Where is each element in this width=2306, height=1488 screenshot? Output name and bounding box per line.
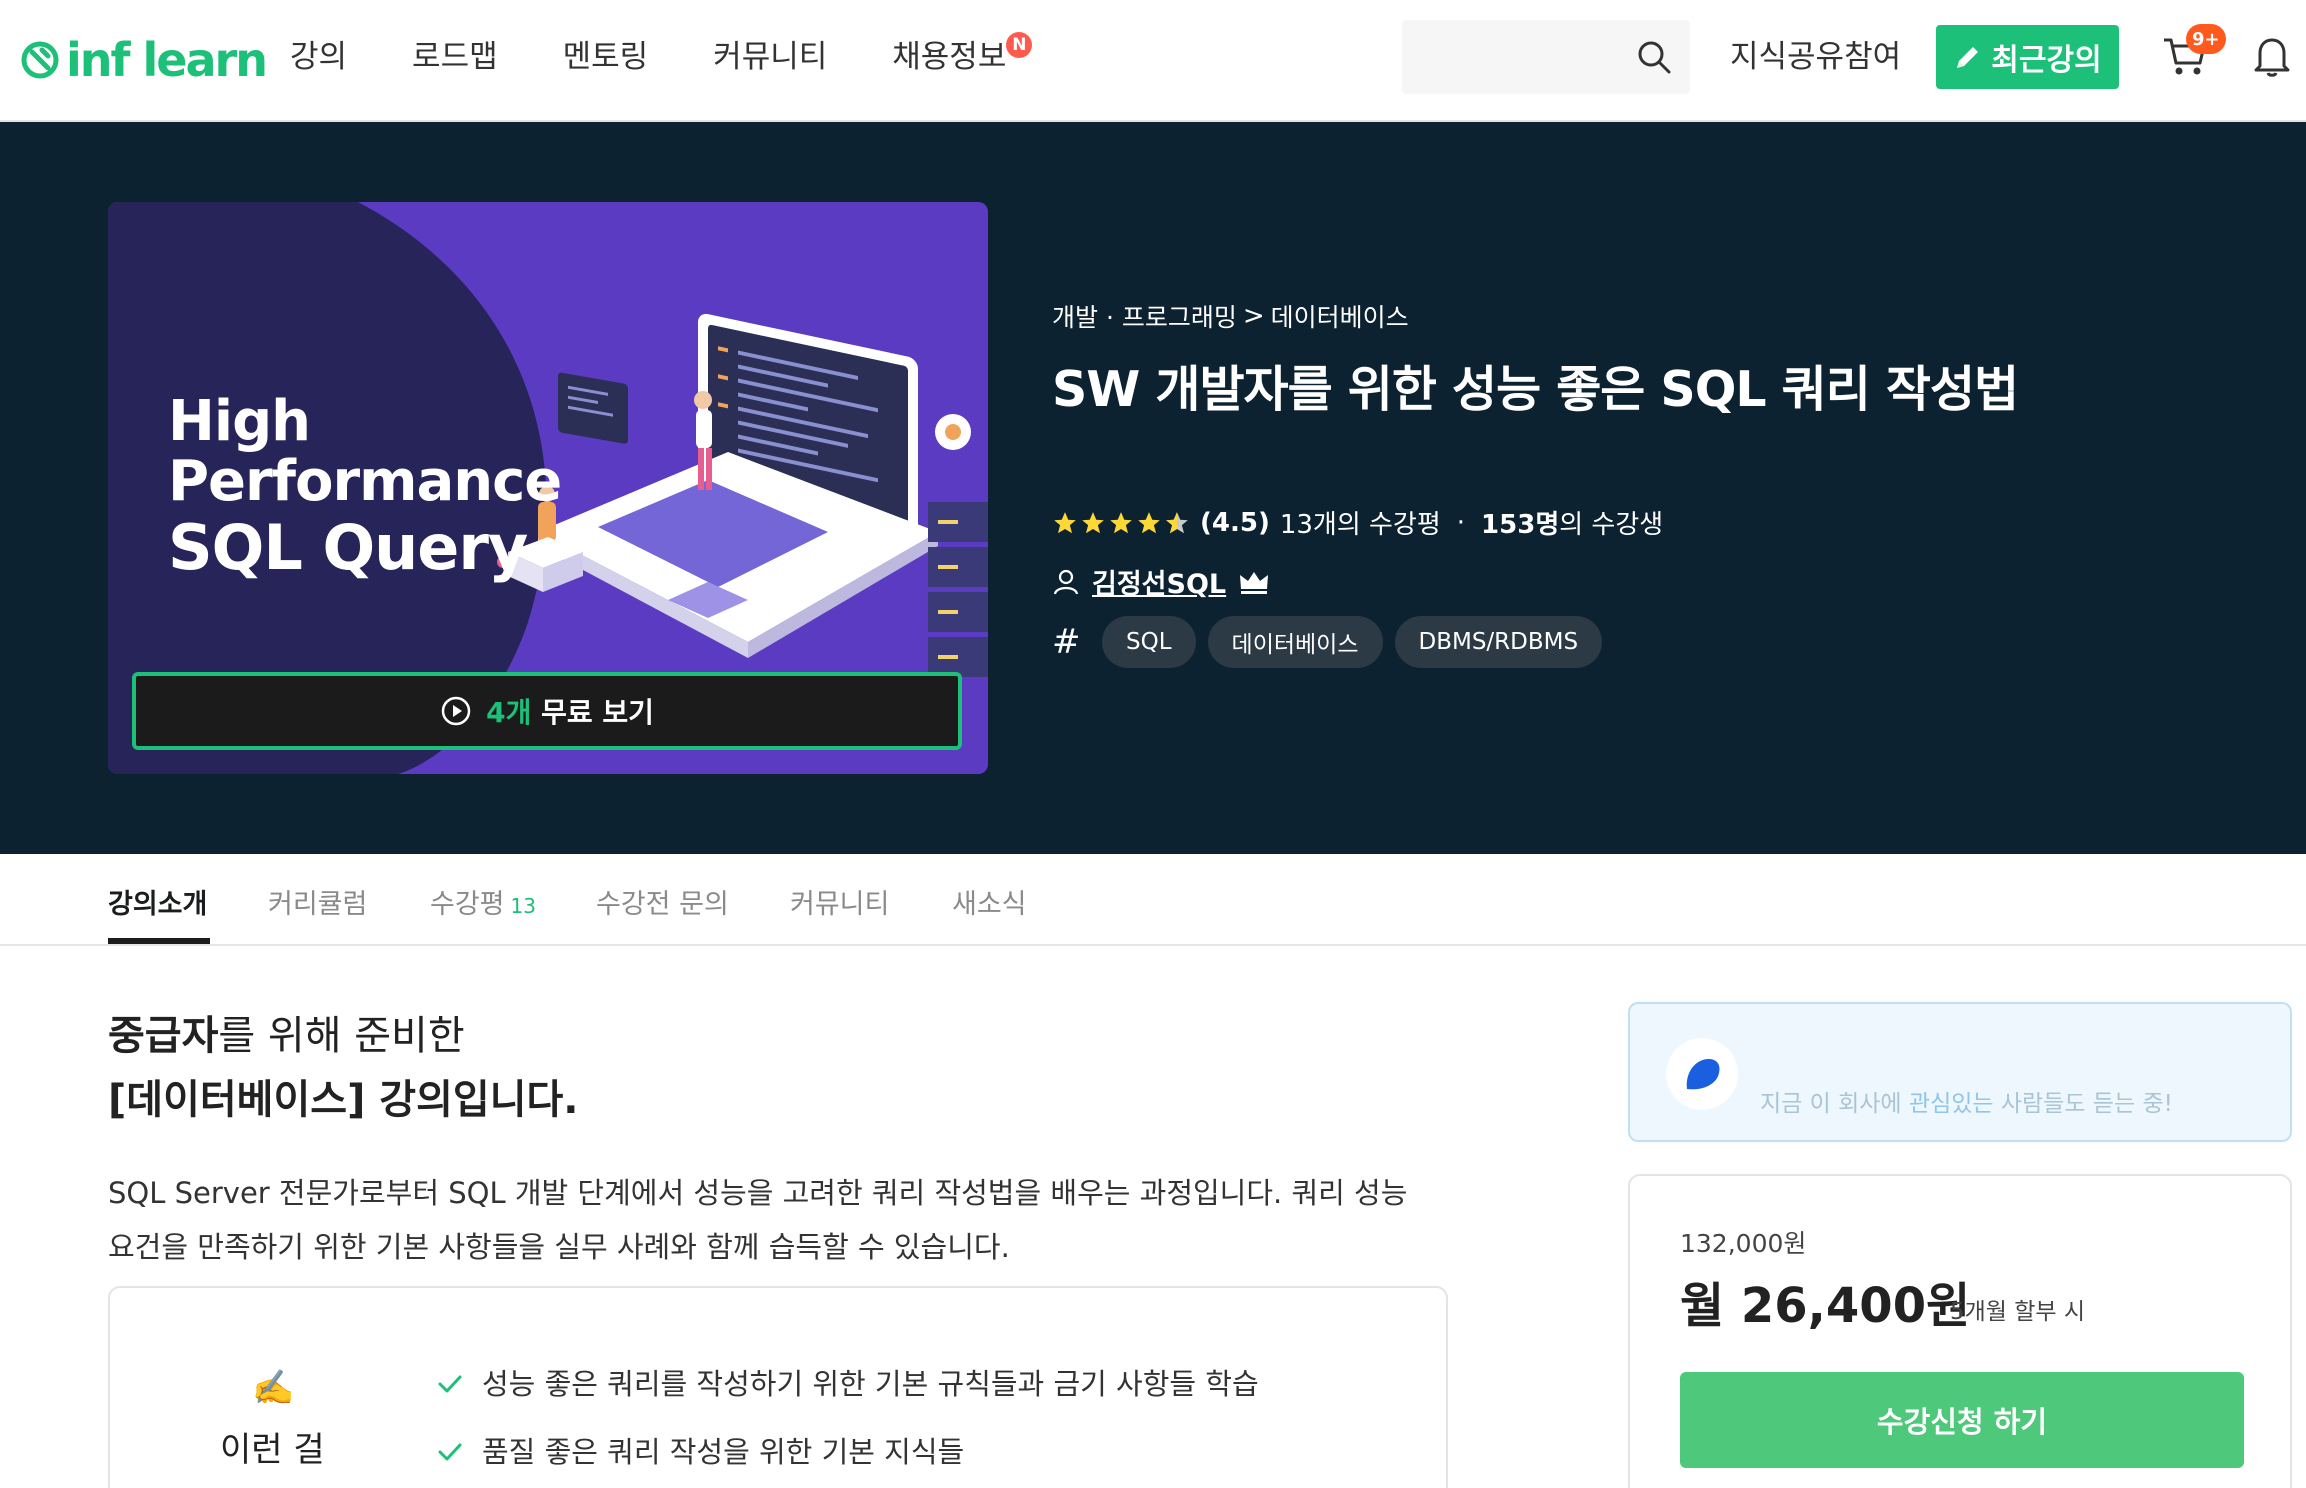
learn-item-text: 품질 좋은 쿼리 작성을 위한 기본 지식들 [482, 1435, 965, 1469]
author-name[interactable]: 김정선SQL [1092, 562, 1226, 601]
check-icon [438, 1375, 462, 1393]
installment-note: 5개월 할부 시 [1950, 1299, 2086, 1325]
cart-count-badge: 9+ [2186, 24, 2226, 54]
breadcrumb-category[interactable]: 개발 · 프로그래밍 [1052, 298, 1237, 334]
intro-description-line1: SQL Server 전문가로부터 SQL 개발 단계에서 성능을 고려한 쿼리… [108, 1176, 1408, 1210]
list-item: 품질 좋은 쿼리 작성을 위한 기본 지식들 [436, 1418, 1259, 1486]
logo-text: inf learn [66, 33, 268, 87]
enroll-button[interactable]: 수강신청 하기 [1680, 1372, 2244, 1468]
tab-news[interactable]: 새소식 [952, 882, 1027, 921]
nav-item-lectures[interactable]: 강의 [290, 36, 347, 78]
inflearn-logo[interactable]: inf learn [20, 32, 268, 88]
top-header: inf learn 강의 로드맵 멘토링 커뮤니티 채용정보 N 지식공유참여 … [0, 0, 2306, 122]
check-icon [438, 1443, 462, 1461]
tab-reviews-label: 수강평 [430, 889, 505, 920]
dot-separator: · [1456, 507, 1466, 538]
ad-text-post: 사람들도 듣는 중! [1993, 1091, 2173, 1117]
recent-lectures-button[interactable]: 최근강의 [1936, 25, 2119, 89]
main-nav: 강의 로드맵 멘토링 커뮤니티 채용정보 N [290, 32, 1071, 78]
price-card: 132,000원 월 26,400원 5개월 할부 시 수강신청 하기 [1628, 1174, 2292, 1488]
original-price: 132,000원 [1680, 1229, 1807, 1258]
active-tab-indicator [108, 938, 210, 944]
writing-hand-icon: ✍️ [252, 1368, 295, 1408]
tag-dbms[interactable]: DBMS/RDBMS [1394, 616, 1603, 668]
tag-database[interactable]: 데이터베이스 [1207, 616, 1383, 668]
company-interest-text: 지금 이 회사에 관심있는 사람들도 듣는 중! [1760, 1084, 2173, 1118]
play-circle-icon [441, 696, 471, 726]
company-interest-banner[interactable]: 지금 이 회사에 관심있는 사람들도 듣는 중! [1628, 1002, 2292, 1142]
tab-community[interactable]: 커뮤니티 [790, 882, 889, 921]
recent-lectures-label: 최근강의 [1991, 43, 2102, 78]
new-badge: N [1006, 32, 1033, 58]
user-icon [1053, 569, 1079, 594]
tab-inquiry[interactable]: 수강전 문의 [596, 882, 729, 921]
course-hero: High Performance SQL Query 4개 무료 보기 개발 ·… [0, 122, 2306, 854]
pencil-icon [1957, 47, 1979, 68]
thumbnail-title-line2: Performance [168, 449, 562, 514]
thumbnail-title-line1: High [168, 389, 311, 454]
star-icon [1082, 511, 1104, 533]
company-logo [1666, 1038, 1738, 1110]
nav-item-mentoring[interactable]: 멘토링 [563, 36, 649, 78]
chevron-right-icon: > [1242, 301, 1265, 331]
nav-item-jobs-label: 채용정보 [892, 39, 1007, 75]
preview-count: 4개 [486, 696, 532, 729]
nav-item-jobs[interactable]: 채용정보 N [892, 32, 1033, 78]
hash-icon: # [1052, 622, 1081, 662]
crown-icon [1240, 571, 1269, 594]
intro-description-line2: 요건을 만족하기 위한 기본 사항들을 실무 사례와 함께 습득할 수 있습니다… [108, 1230, 1010, 1264]
intro-heading-line2: [데이터베이스] 강의입니다. [108, 1077, 579, 1123]
thumbnail-title: High Performance SQL Query [168, 389, 562, 584]
search-input[interactable] [1418, 34, 1618, 80]
star-icon [1110, 511, 1132, 533]
intro-description: SQL Server 전문가로부터 SQL 개발 단계에서 성능을 고려한 쿼리… [108, 1166, 1408, 1274]
breadcrumb: 개발 · 프로그래밍 > 데이터베이스 [1052, 298, 1409, 334]
intro-heading-bold: 중급자 [108, 1013, 219, 1059]
bell-icon[interactable] [2252, 34, 2292, 78]
share-knowledge-link[interactable]: 지식공유참여 [1730, 36, 1901, 78]
ad-text-highlight: 관심있는 [1908, 1091, 1994, 1117]
what-you-learn-box: ✍️ 이런 걸 배워요! 성능 좋은 쿼리를 작성하기 위한 기본 규칙들과 금… [108, 1286, 1448, 1488]
search-icon[interactable] [1636, 39, 1672, 75]
tab-intro[interactable]: 강의소개 [108, 882, 207, 921]
nav-item-community[interactable]: 커뮤니티 [713, 36, 827, 78]
company-logo-icon [1686, 1059, 1720, 1090]
rating-row: (4.5) 13개의 수강평 · 153명의 수강생 [1052, 504, 1663, 541]
free-preview-button[interactable]: 4개 무료 보기 [132, 672, 962, 750]
breadcrumb-subcategory[interactable]: 데이터베이스 [1271, 298, 1409, 334]
preview-label: 무료 보기 [541, 696, 654, 729]
logo-mark-icon [21, 41, 59, 79]
learn-label-line1: 이런 걸 [220, 1430, 325, 1470]
intro-heading: 중급자를 위해 준비한 [데이터베이스] 강의입니다. [108, 1004, 578, 1132]
rating-value: (4.5) [1200, 507, 1270, 538]
what-you-learn-label: 이런 걸 배워요! [220, 1422, 327, 1488]
learn-item-text: 성능 좋은 쿼리를 작성하기 위한 기본 규칙들과 금기 사항들 학습 [482, 1367, 1259, 1401]
course-tabs: 강의소개 커리큘럼 수강평 13 수강전 문의 커뮤니티 새소식 [0, 854, 2306, 946]
student-suffix: 의 수강생 [1559, 510, 1664, 540]
list-item: 성능 좋은 쿼리를 작성하기 위한 기본 규칙들과 금기 사항들 학습 [436, 1350, 1259, 1418]
star-icon [1054, 511, 1076, 533]
review-count[interactable]: 13개의 수강평 [1280, 504, 1441, 541]
tab-reviews[interactable]: 수강평 13 [430, 882, 536, 921]
nav-item-roadmap[interactable]: 로드맵 [412, 36, 498, 78]
tab-curriculum[interactable]: 커리큘럼 [268, 882, 367, 921]
learn-label-line2: 배워요! [220, 1478, 327, 1488]
student-count: 153명 [1481, 510, 1560, 540]
author-row: 김정선SQL [1052, 562, 1270, 601]
tag-row: # SQL 데이터베이스 DBMS/RDBMS [1052, 616, 1603, 668]
tab-reviews-count: 13 [510, 894, 536, 918]
ad-text-pre: 지금 이 회사에 [1760, 1091, 1909, 1117]
learn-list: 성능 좋은 쿼리를 작성하기 위한 기본 규칙들과 금기 사항들 학습 품질 좋… [436, 1350, 1259, 1486]
star-rating [1052, 510, 1190, 536]
search-box [1402, 20, 1690, 94]
course-title: SW 개발자를 위한 성능 좋은 SQL 쿼리 작성법 [1052, 361, 2019, 418]
star-half-icon [1166, 511, 1188, 533]
thumbnail-title-line3: SQL Query [168, 511, 528, 584]
star-icon [1138, 511, 1160, 533]
monthly-price: 월 26,400원 [1680, 1278, 1971, 1334]
intro-heading-rest: 를 위해 준비한 [218, 1013, 465, 1059]
course-thumbnail[interactable]: High Performance SQL Query 4개 무료 보기 [108, 202, 988, 774]
tag-sql[interactable]: SQL [1102, 616, 1196, 668]
